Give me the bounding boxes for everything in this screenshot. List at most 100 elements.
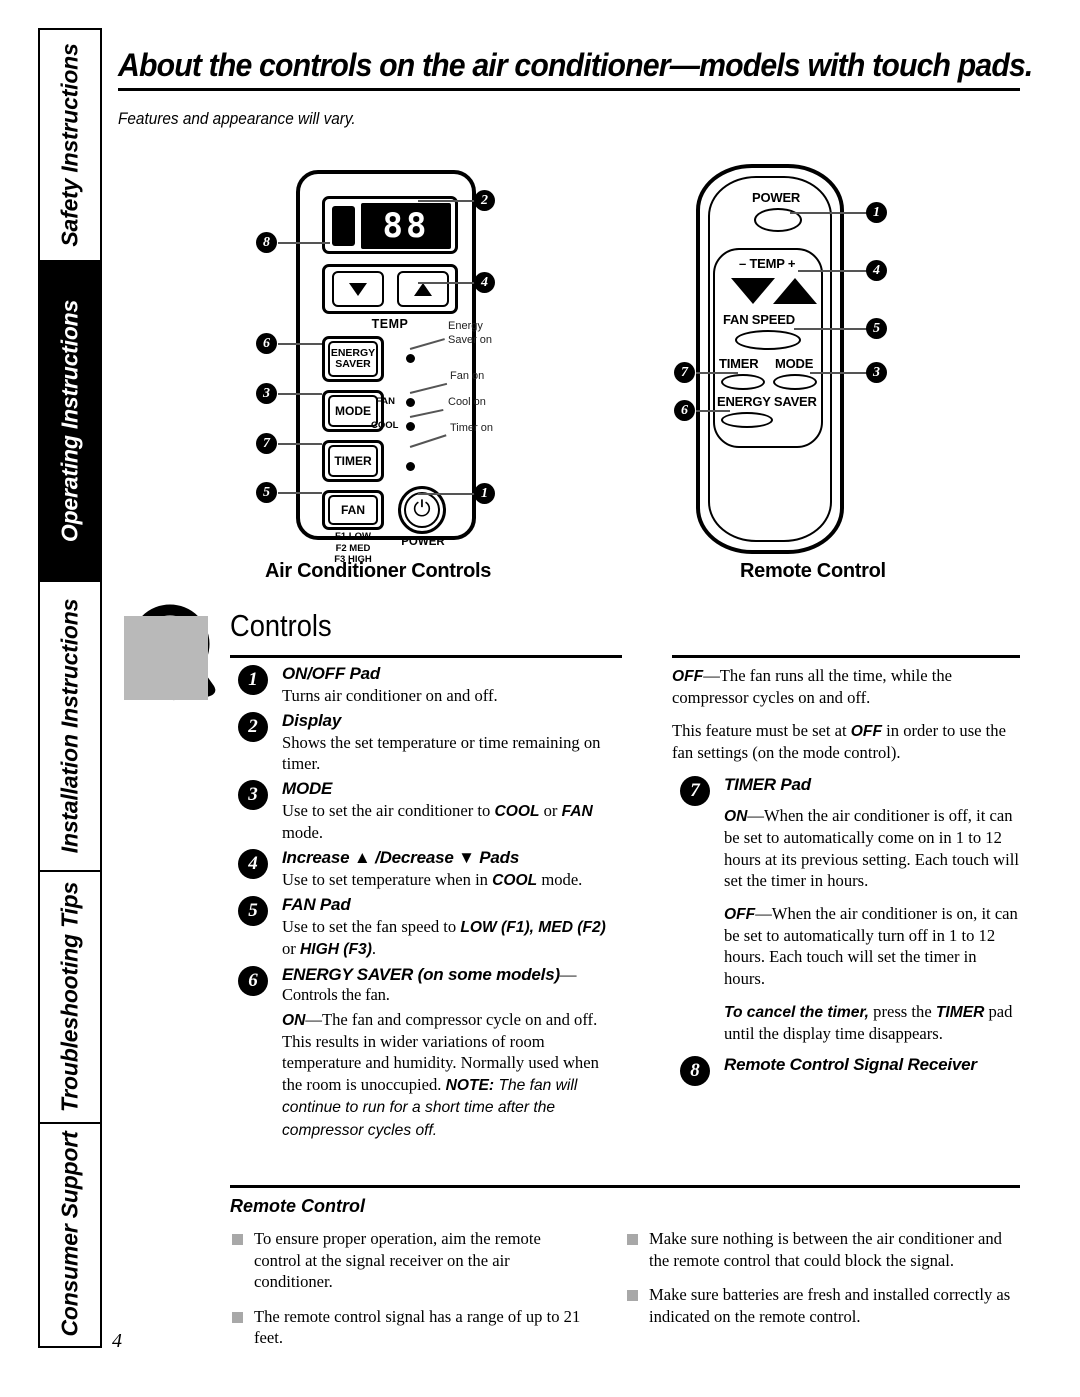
power-symbol-icon: ⏻ [404, 492, 440, 528]
item-title: TIMER Pad [724, 774, 811, 794]
timer-pad[interactable]: TIMER [322, 440, 384, 482]
control-item-timer: 7 TIMER Pad [672, 774, 1020, 806]
page-number: 4 [112, 1330, 122, 1352]
sidebar-item-installation-instructions[interactable]: Installation Instructions [40, 582, 100, 872]
leader-line [418, 282, 476, 284]
temp-decrease-pad[interactable] [331, 271, 384, 307]
remote-energy-saver-label: ENERGY SAVER [717, 394, 817, 409]
list-item: Make sure batteries are fresh and instal… [625, 1284, 1025, 1327]
control-item-display: 2 Display Shows the set temperature or t… [230, 711, 622, 775]
body-post: mode. [537, 869, 583, 889]
sidebar-item-label: Troubleshooting Tips [56, 881, 83, 1113]
remote-temp-increase-button[interactable] [773, 278, 817, 304]
triangle-down-icon [348, 282, 367, 296]
display-bezel: 88 [322, 196, 458, 254]
annotation-line1: Energy [448, 320, 483, 332]
annotation-line2: Saver on [448, 333, 493, 346]
pointing-hand-icon [124, 598, 244, 718]
page-title: About the controls on the air conditione… [118, 47, 1033, 83]
remote-temp-decrease-button[interactable] [731, 278, 775, 304]
note-label: NOTE: [445, 1077, 495, 1095]
body-post: mode. [282, 823, 324, 843]
item-title: MODE [282, 778, 333, 798]
cancel-pre: press the [869, 1001, 936, 1021]
callout-6: 6 [256, 333, 277, 354]
remote-tips-rule [230, 1185, 1020, 1188]
sidebar-item-consumer-support[interactable]: Consumer Support [40, 1124, 100, 1344]
remote-temp-label: – TEMP + [739, 256, 796, 271]
timer-pad-label: TIMER [334, 454, 372, 468]
callout-4: 4 [474, 272, 495, 293]
remote-fan-speed-label: FAN SPEED [723, 312, 795, 327]
timer-on-text: —When the air conditioner is off, it can… [724, 805, 1019, 891]
item-title: ON/OFF Pad [282, 664, 381, 683]
off-label: OFF [672, 668, 704, 685]
item-badge-4: 4 [238, 848, 268, 879]
cool-on-annotation: Cool on [448, 396, 486, 408]
remote-control-diagram: POWER – TEMP + FAN SPEED TIMER MODE ENER… [696, 164, 844, 554]
control-item-fan: 5 FAN Pad Use to set the fan speed to LO… [230, 895, 622, 961]
leader-line [278, 492, 322, 494]
title-rule [118, 88, 1020, 92]
control-item-energy-saver: 6 ENERGY SAVER (on some models)—Controls… [230, 965, 622, 1005]
mode-pad-label: MODE [335, 404, 371, 418]
remote-fan-speed-button[interactable] [735, 330, 801, 350]
remote-timer-label: TIMER [719, 356, 759, 371]
sidebar-item-troubleshooting-tips[interactable]: Troubleshooting Tips [40, 872, 100, 1124]
ac-diagram-caption: Air Conditioner Controls [265, 560, 492, 582]
item-badge-6: 6 [238, 965, 268, 996]
list-item: The remote control signal has a range of… [230, 1306, 590, 1349]
remote-callout-4: 4 [866, 260, 887, 281]
body-bold-1: COOL [494, 802, 540, 820]
controls-section-heading: Controls [230, 608, 332, 643]
timer-off-paragraph: OFF—When the air conditioner is on, it c… [672, 903, 1020, 990]
fan-speed-f1: F1 LOW [335, 531, 371, 542]
energy-saver-pad-label-line2: SAVER [335, 358, 371, 370]
remote-button-field: – TEMP + FAN SPEED TIMER MODE ENERGY SAV… [713, 248, 823, 448]
fan-led-label: FAN [376, 396, 395, 407]
leader-line [696, 372, 738, 374]
remote-callout-7: 7 [674, 362, 695, 383]
timer-led [406, 462, 415, 471]
remote-energy-saver-button[interactable] [721, 412, 773, 428]
callout-5: 5 [256, 482, 277, 503]
remote-callout-5: 5 [866, 318, 887, 339]
body-bold-2: FAN [561, 802, 593, 820]
leader-line [810, 372, 868, 374]
energy-saver-off-paragraph: OFF—The fan runs all the time, while the… [672, 665, 1020, 709]
remote-timer-button[interactable] [721, 374, 765, 390]
remote-mode-label: MODE [775, 356, 814, 371]
timer-off-label: OFF [724, 905, 756, 923]
sidebar-item-label: Operating Instructions [56, 299, 83, 543]
note-bold: OFF [850, 722, 882, 740]
sidebar-item-safety-instructions[interactable]: Safety Instructions [40, 30, 100, 262]
page-header: About the controls on the air conditione… [118, 47, 1033, 92]
item-badge-2: 2 [238, 711, 268, 742]
controls-left-rule [230, 655, 622, 658]
energy-saver-led [406, 354, 415, 363]
cancel-bold: To cancel the timer, [724, 1003, 870, 1021]
bullet-square-icon [627, 1234, 638, 1245]
body-mid: or [539, 800, 562, 820]
energy-saver-pad[interactable]: ENERGY SAVER [322, 336, 384, 382]
body-pre: Use to set the air conditioner to [282, 800, 495, 820]
item-badge-7: 7 [680, 775, 710, 806]
body-bold-1: LOW (F1), MED (F2) [460, 919, 606, 937]
remote-mode-button[interactable] [773, 374, 817, 390]
body-post: . [371, 939, 377, 959]
timer-off-text: —When the air conditioner is on, it can … [724, 903, 1018, 989]
sidebar-item-operating-instructions[interactable]: Operating Instructions [40, 262, 100, 582]
temp-increase-pad[interactable] [396, 271, 449, 307]
item-body: Shows the set temperature or time remain… [282, 732, 601, 774]
leader-line [278, 242, 330, 244]
cool-led [406, 422, 415, 431]
body-mid: or [282, 939, 300, 959]
fan-pad[interactable]: FAN [322, 490, 384, 530]
seven-segment-display: 88 [361, 203, 451, 249]
timer-on-label: ON [724, 807, 748, 825]
off-text: —The fan runs all the time, while the co… [672, 666, 953, 708]
sidebar-item-label: Installation Instructions [56, 598, 83, 854]
item-title: Display [282, 710, 342, 730]
body-pre: Use to set the fan speed to [282, 917, 461, 937]
item-badge-3: 3 [238, 779, 268, 810]
